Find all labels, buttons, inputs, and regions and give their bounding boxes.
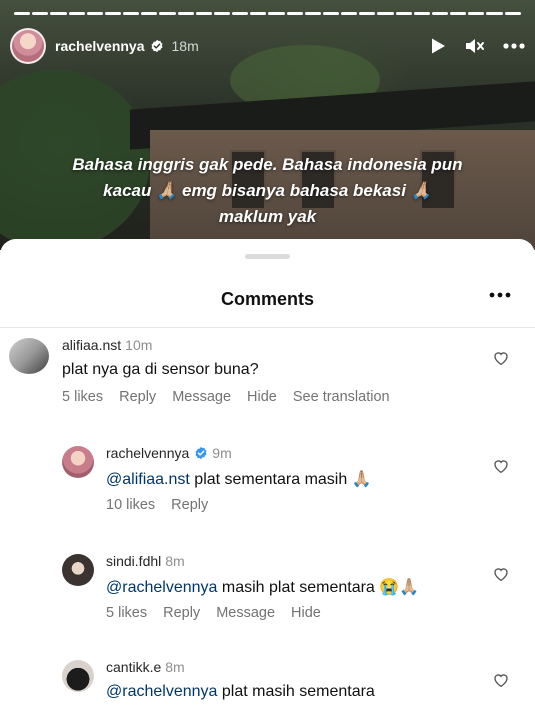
progress-segment [486, 12, 503, 15]
progress-segment [322, 12, 340, 15]
comment-body: plat nya ga di sensor buna? [62, 361, 259, 378]
caption-line: maklum yak [218, 207, 317, 226]
heart-icon[interactable] [493, 567, 509, 581]
progress-segment [68, 12, 85, 15]
mention-link[interactable]: @alifiaa.nst [106, 471, 190, 488]
heart-icon[interactable] [493, 351, 509, 365]
progress-segment [159, 12, 176, 15]
story-time: 18m [171, 38, 199, 54]
progress-segment [250, 12, 267, 15]
comment-time: 9m [212, 445, 232, 461]
story-avatar[interactable] [10, 28, 46, 64]
story-caption: Bahasa inggris gak pede. Bahasa indonesi… [20, 152, 515, 230]
progress-segment [504, 12, 521, 15]
play-icon[interactable] [429, 37, 447, 55]
message-button[interactable]: Message [172, 389, 231, 405]
avatar[interactable] [9, 338, 49, 374]
comment-text: plat nya ga di sensor buna? [62, 361, 259, 379]
progress-segment [431, 12, 449, 15]
hide-button[interactable]: Hide [247, 389, 277, 405]
more-icon[interactable] [489, 292, 511, 298]
comment-body: plat masih sementara [217, 683, 375, 700]
progress-segment [32, 12, 49, 15]
comment-header: sindi.fdhl 8m [106, 553, 185, 569]
comment-text: @alifiaa.nst plat sementara masih 🙏🏼 [106, 469, 372, 489]
progress-segment [14, 12, 31, 15]
progress-segment [450, 12, 467, 15]
progress-segment [232, 12, 249, 15]
caption-line: kacau 🙏🏼 emg bisanya bahasa bekasi 🙏🏼 [103, 181, 432, 200]
progress-segment [268, 12, 285, 15]
verified-icon [195, 446, 207, 460]
progress-segment [86, 12, 103, 15]
hide-button[interactable]: Hide [291, 605, 321, 621]
progress-segment [413, 12, 430, 15]
heart-icon[interactable] [493, 459, 509, 473]
comment-text: @rachelvennya masih plat sementara 😭🙏🏼 [106, 577, 419, 597]
progress-segment [213, 12, 231, 15]
comments-sheet: Comments alifiaa.nst 10m plat nya ga di s… [0, 239, 535, 710]
progress-segment [468, 12, 485, 15]
mention-link[interactable]: @rachelvennya [106, 683, 217, 700]
progress-segment [304, 12, 321, 15]
heart-icon[interactable] [493, 673, 509, 687]
story-header: rachelvennya 18m [10, 27, 525, 65]
comment-actions: 10 likes Reply [106, 497, 208, 513]
progress-segment [141, 12, 158, 15]
progress-segment [195, 12, 212, 15]
comment-actions: 5 likes Reply Message Hide See translati… [62, 389, 390, 405]
comment-username[interactable]: sindi.fdhl [106, 553, 161, 569]
story-viewer: rachelvennya 18m Bahasa inggris gak pede… [0, 0, 535, 250]
progress-segment [286, 12, 303, 15]
message-button[interactable]: Message [216, 605, 275, 621]
comment-actions: 5 likes Reply Message Hide [106, 605, 321, 621]
comment-time: 8m [165, 659, 185, 675]
progress-segment [377, 12, 394, 15]
story-progress-bar [14, 12, 521, 15]
reply-button[interactable]: Reply [171, 497, 208, 513]
comment-header: cantikk.e 8m [106, 659, 185, 675]
divider [0, 327, 535, 328]
progress-segment [395, 12, 412, 15]
sheet-title: Comments [220, 289, 314, 309]
reply-button[interactable]: Reply [163, 605, 200, 621]
progress-segment [359, 12, 376, 15]
progress-segment [341, 12, 358, 15]
likes-count[interactable]: 5 likes [62, 389, 103, 405]
see-translation-button[interactable]: See translation [293, 389, 390, 405]
comment-username[interactable]: alifiaa.nst [62, 337, 121, 353]
progress-segment [104, 12, 122, 15]
reply-button[interactable]: Reply [119, 389, 156, 405]
story-controls [429, 37, 525, 55]
verified-icon [151, 39, 162, 53]
mention-link[interactable]: @rachelvennya [106, 579, 217, 596]
drag-handle[interactable] [245, 254, 290, 259]
comment-username[interactable]: rachelvennya [106, 445, 189, 461]
progress-segment [177, 12, 194, 15]
likes-count[interactable]: 5 likes [106, 605, 147, 621]
caption-line: Bahasa inggris gak pede. Bahasa indonesi… [72, 155, 463, 174]
progress-segment [50, 12, 67, 15]
avatar[interactable] [62, 554, 94, 586]
progress-segment [123, 12, 140, 15]
avatar[interactable] [62, 660, 94, 692]
story-username[interactable]: rachelvennya [55, 38, 145, 54]
comment-text: @rachelvennya plat masih sementara [106, 683, 375, 701]
mute-icon[interactable] [465, 37, 485, 55]
comment-time: 10m [125, 337, 153, 353]
avatar[interactable] [62, 446, 94, 478]
comment-body: masih plat sementara 😭🙏🏼 [217, 579, 420, 596]
comment-header: rachelvennya 9m [106, 445, 232, 461]
comment-header: alifiaa.nst 10m [62, 337, 152, 353]
likes-count[interactable]: 10 likes [106, 497, 155, 513]
comment-time: 8m [165, 553, 185, 569]
comment-body: plat sementara masih 🙏🏼 [189, 471, 372, 488]
comment-username[interactable]: cantikk.e [106, 659, 161, 675]
more-icon[interactable] [503, 43, 525, 49]
